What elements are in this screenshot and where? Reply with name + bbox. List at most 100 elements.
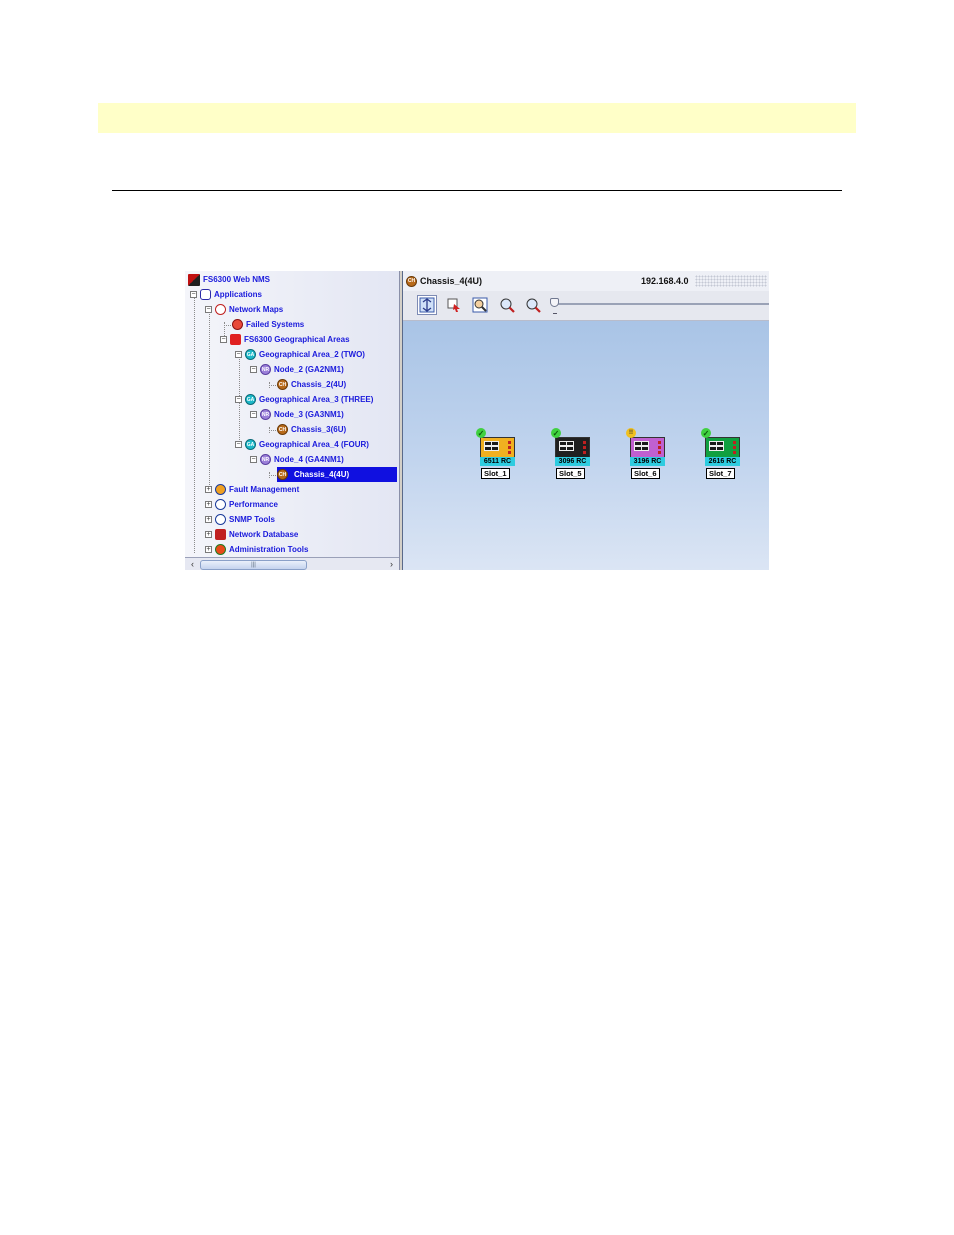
highlight-band bbox=[98, 103, 856, 133]
expand-toggle[interactable]: + bbox=[205, 501, 212, 508]
port-icon bbox=[716, 446, 724, 451]
tree-root[interactable]: FS6300 Web NMS bbox=[188, 272, 270, 287]
node-icon: NR bbox=[260, 454, 271, 465]
zoom-out-button[interactable] bbox=[523, 295, 543, 315]
zoom-slider-knob[interactable] bbox=[550, 298, 559, 307]
scroll-thumb[interactable]: ||| bbox=[200, 560, 307, 570]
collapse-toggle[interactable]: − bbox=[250, 456, 257, 463]
slot-card-5[interactable]: ✓ 3096 RC Slot_5 bbox=[551, 428, 595, 479]
collapse-toggle[interactable]: − bbox=[235, 351, 242, 358]
map-title: Chassis_4(4U) bbox=[420, 276, 483, 286]
collapse-toggle[interactable]: − bbox=[190, 291, 197, 298]
collapse-toggle[interactable]: − bbox=[235, 396, 242, 403]
fs6300-logo-icon bbox=[188, 273, 200, 286]
applications-icon bbox=[200, 289, 211, 300]
status-ok-icon: ✓ bbox=[476, 428, 486, 438]
led-icon bbox=[658, 441, 661, 444]
performance-icon bbox=[215, 499, 226, 510]
expand-toggle[interactable]: + bbox=[205, 486, 212, 493]
scroll-right-icon[interactable]: › bbox=[386, 559, 397, 570]
network-maps-icon bbox=[215, 304, 226, 315]
map-toolbar bbox=[403, 291, 769, 321]
zoom-slider-track[interactable] bbox=[553, 303, 769, 305]
expand-toggle[interactable]: + bbox=[205, 546, 212, 553]
snmp-tools-icon bbox=[215, 514, 226, 525]
chassis-icon: CH bbox=[277, 469, 288, 480]
fault-management-icon bbox=[215, 484, 226, 495]
slot-label: Slot_1 bbox=[481, 468, 510, 479]
led-icon bbox=[658, 451, 661, 454]
led-icon bbox=[508, 441, 511, 444]
tree-connector bbox=[269, 475, 276, 476]
tree-item-node3[interactable]: − NR Node_3 (GA3NM1) bbox=[250, 407, 344, 422]
tree-item-failed-systems[interactable]: Failed Systems bbox=[232, 317, 304, 332]
port-icon bbox=[641, 446, 649, 451]
tree-item-ga2[interactable]: − GA Geographical Area_2 (TWO) bbox=[235, 347, 365, 362]
collapse-toggle[interactable]: − bbox=[250, 366, 257, 373]
tree-connector bbox=[269, 385, 276, 386]
tree-horizontal-scrollbar[interactable]: ‹ ||| › bbox=[185, 557, 399, 570]
chassis-map-pane: CH Chassis_4(4U) 192.168.4.0 ✓ 6511 RC S… bbox=[402, 271, 769, 570]
tree-connector bbox=[194, 291, 195, 553]
chassis-canvas: ✓ 6511 RC Slot_1 ✓ 3096 RC Slot_5 !! 319… bbox=[403, 321, 769, 570]
tree-item-ga3[interactable]: − GA Geographical Area_3 (THREE) bbox=[235, 392, 373, 407]
tree-item-snmp-tools[interactable]: + SNMP Tools bbox=[205, 512, 275, 527]
tree-item-applications[interactable]: − Applications bbox=[190, 287, 262, 302]
tree-item-node4[interactable]: − NR Node_4 (GA4NM1) bbox=[250, 452, 344, 467]
tree-connector bbox=[269, 430, 276, 431]
slot-card-1[interactable]: ✓ 6511 RC Slot_1 bbox=[476, 428, 520, 479]
tree-connector bbox=[209, 307, 210, 493]
slot-card-7[interactable]: ✓ 2616 RC Slot_7 bbox=[701, 428, 745, 479]
card-face bbox=[630, 437, 665, 458]
slot-card-6[interactable]: !! 3196 RC Slot_6 bbox=[626, 428, 670, 479]
failed-systems-icon bbox=[232, 319, 243, 330]
geographical-area-icon: GA bbox=[245, 394, 256, 405]
zoom-in-button[interactable] bbox=[497, 295, 517, 315]
navigation-tree-pane: FS6300 Web NMS − Applications − Network … bbox=[185, 271, 400, 570]
tree-item-fault-management[interactable]: + Fault Management bbox=[205, 482, 299, 497]
fit-view-button[interactable] bbox=[470, 295, 490, 315]
tree-item-administration-tools[interactable]: + Administration Tools bbox=[205, 542, 308, 557]
collapse-toggle[interactable]: − bbox=[205, 306, 212, 313]
status-ok-icon: ✓ bbox=[701, 428, 711, 438]
tree-item-ga4[interactable]: − GA Geographical Area_4 (FOUR) bbox=[235, 437, 369, 452]
expand-toggle[interactable]: + bbox=[205, 516, 212, 523]
tree-item-geographical-areas[interactable]: − FS6300 Geographical Areas bbox=[220, 332, 350, 347]
tree-item-network-maps[interactable]: − Network Maps bbox=[205, 302, 283, 317]
tree-item-chassis3[interactable]: CH Chassis_3(6U) bbox=[277, 422, 346, 437]
pan-button[interactable] bbox=[417, 295, 437, 315]
node-icon: NR bbox=[260, 364, 271, 375]
led-icon bbox=[583, 451, 586, 454]
tree-item-chassis2[interactable]: CH Chassis_2(4U) bbox=[277, 377, 346, 392]
status-ok-icon: ✓ bbox=[551, 428, 561, 438]
expand-toggle[interactable]: + bbox=[205, 531, 212, 538]
collapse-toggle[interactable]: − bbox=[235, 441, 242, 448]
slot-label: Slot_7 bbox=[706, 468, 735, 479]
port-icon bbox=[566, 446, 574, 451]
collapse-toggle[interactable]: − bbox=[250, 411, 257, 418]
navigation-tree: FS6300 Web NMS − Applications − Network … bbox=[185, 271, 397, 557]
title-bar-grip bbox=[695, 275, 767, 287]
scroll-left-icon[interactable]: ‹ bbox=[187, 559, 198, 570]
tree-item-chassis4-selected[interactable]: CH Chassis_4(4U) bbox=[277, 467, 397, 482]
led-icon bbox=[583, 441, 586, 444]
tree-root-label: FS6300 Web NMS bbox=[203, 275, 270, 284]
tree-item-performance[interactable]: + Performance bbox=[205, 497, 278, 512]
select-icon bbox=[447, 298, 460, 312]
card-model-label: 6511 RC bbox=[480, 457, 515, 466]
node-icon: NR bbox=[260, 409, 271, 420]
collapse-toggle[interactable]: − bbox=[220, 336, 227, 343]
chassis-icon: CH bbox=[406, 275, 417, 287]
led-icon bbox=[733, 451, 736, 454]
geographical-area-icon: GA bbox=[245, 349, 256, 360]
status-warning-icon: !! bbox=[626, 428, 636, 438]
chassis-icon: CH bbox=[277, 424, 288, 435]
select-button[interactable] bbox=[444, 295, 464, 315]
zoom-slider-tick bbox=[553, 313, 557, 314]
chassis-ip-address: 192.168.4.0 bbox=[641, 276, 689, 286]
led-icon bbox=[733, 441, 736, 444]
tree-item-node2[interactable]: − NR Node_2 (GA2NM1) bbox=[250, 362, 344, 377]
tree-item-network-database[interactable]: + Network Database bbox=[205, 527, 298, 542]
fit-view-icon bbox=[472, 297, 488, 313]
led-icon bbox=[733, 446, 736, 449]
